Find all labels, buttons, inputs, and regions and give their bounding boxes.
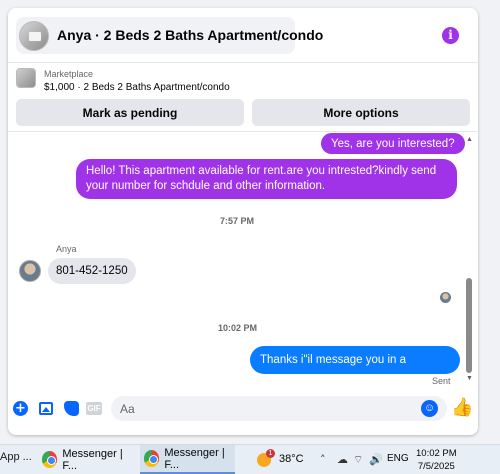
header-divider	[8, 62, 478, 63]
scroll-down-arrow-icon[interactable]: ▼	[466, 375, 473, 382]
photo-icon[interactable]	[39, 402, 53, 415]
message-input[interactable]	[111, 396, 447, 421]
taskbar-window-label: Messenger | F...	[62, 447, 123, 472]
like-icon[interactable]: 👍	[451, 397, 473, 418]
marketplace-divider	[8, 131, 478, 132]
plus-circle-icon[interactable]: +	[13, 401, 28, 416]
chat-title: Anya · 2 Beds 2 Baths Apartment/condo	[57, 27, 324, 43]
message-bubble-outgoing[interactable]: Yes, are you interested?	[321, 133, 465, 154]
more-options-button[interactable]: More options	[252, 99, 470, 126]
gif-icon[interactable]: GIF	[86, 402, 102, 415]
marketplace-label: Marketplace	[44, 69, 94, 79]
message-bubble-incoming[interactable]: 801-452-1250	[48, 258, 136, 284]
emoji-icon[interactable]: ☺	[421, 400, 438, 417]
listing-thumbnail[interactable]	[16, 68, 36, 88]
taskbar-app-fragment[interactable]: App ...	[0, 451, 32, 463]
listing-summary[interactable]: $1,000 · 2 Beds 2 Baths Apartment/condo	[44, 82, 230, 93]
listing-photo-avatar	[19, 21, 49, 51]
taskbar-window-messenger-active[interactable]: Messenger | F...	[140, 445, 235, 474]
chat-window: Anya · 2 Beds 2 Baths Apartment/condo i …	[8, 8, 478, 435]
message-bubble-outgoing[interactable]: Thanks i"il message you in a moment	[250, 346, 460, 386]
message-timestamp: 7:57 PM	[220, 216, 255, 226]
taskbar-window-messenger[interactable]: Messenger | F...	[38, 445, 133, 474]
taskbar: App ... Messenger | F... Messenger | F..…	[0, 444, 500, 474]
scrollbar-thumb[interactable]	[466, 278, 472, 373]
wifi-icon[interactable]: ⌔	[353, 453, 363, 467]
taskbar-window-label: Messenger | F...	[164, 446, 225, 471]
info-icon[interactable]: i	[442, 27, 459, 44]
sticker-icon[interactable]	[64, 401, 79, 416]
clock[interactable]: 10:02 PM 7/5/2025	[416, 447, 457, 473]
clock-date: 7/5/2025	[417, 461, 455, 472]
anya-avatar[interactable]	[19, 260, 41, 282]
chrome-icon	[42, 451, 58, 468]
chat-title-button[interactable]: Anya · 2 Beds 2 Baths Apartment/condo	[16, 17, 323, 54]
sender-name: Anya	[56, 244, 77, 254]
temperature[interactable]: 38°C	[279, 453, 304, 465]
scroll-up-arrow-icon[interactable]: ▲	[466, 136, 473, 143]
cloud-icon[interactable]: ☁	[337, 453, 348, 466]
clock-time: 10:02 PM	[416, 448, 457, 459]
read-receipt-avatar	[440, 292, 451, 303]
message-timestamp: 10:02 PM	[218, 323, 258, 333]
message-bubble-outgoing[interactable]: Hello! This apartment available for rent…	[76, 159, 457, 199]
mark-as-pending-button[interactable]: Mark as pending	[16, 99, 244, 126]
chevron-up-icon[interactable]: ˄	[320, 453, 326, 466]
volume-icon[interactable]: 🔊	[369, 453, 383, 466]
weather-alert-badge: 1	[266, 449, 275, 458]
language-indicator[interactable]: ENG	[387, 453, 409, 464]
chrome-icon	[144, 450, 160, 467]
sent-status: Sent	[432, 376, 451, 386]
